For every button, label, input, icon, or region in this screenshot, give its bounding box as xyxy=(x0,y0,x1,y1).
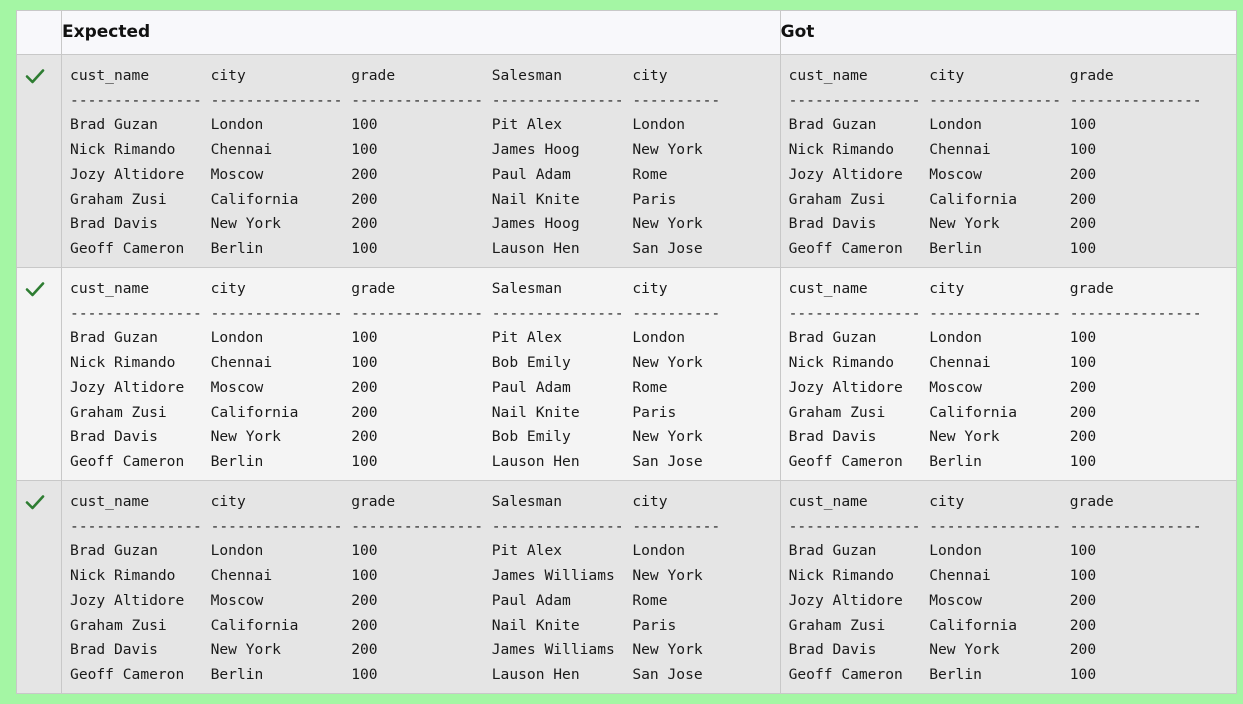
got-cell: cust_name city grade --------------- ---… xyxy=(779,480,1238,694)
check-icon xyxy=(25,279,45,299)
results-frame: Expected Got cust_name city grade Salesm… xyxy=(6,4,1238,700)
test-row: cust_name city grade Salesman city -----… xyxy=(15,267,1238,481)
got-header: Got xyxy=(779,10,1238,55)
got-output: cust_name city grade --------------- ---… xyxy=(788,67,1202,257)
check-icon xyxy=(25,66,45,86)
results-table: Expected Got cust_name city grade Salesm… xyxy=(15,10,1238,694)
test-row: cust_name city grade Salesman city -----… xyxy=(15,54,1238,268)
expected-output: cust_name city grade Salesman city -----… xyxy=(70,493,721,683)
expected-header: Expected xyxy=(61,10,781,55)
check-icon xyxy=(25,492,45,512)
got-output: cust_name city grade --------------- ---… xyxy=(788,493,1202,683)
expected-cell: cust_name city grade Salesman city -----… xyxy=(61,480,781,694)
test-row: cust_name city grade Salesman city -----… xyxy=(15,480,1238,694)
got-cell: cust_name city grade --------------- ---… xyxy=(779,54,1238,268)
got-output: cust_name city grade --------------- ---… xyxy=(788,280,1202,470)
got-cell: cust_name city grade --------------- ---… xyxy=(779,267,1238,481)
expected-cell: cust_name city grade Salesman city -----… xyxy=(61,54,781,268)
status-cell xyxy=(15,480,63,694)
status-header xyxy=(15,10,63,55)
status-cell xyxy=(15,267,63,481)
expected-output: cust_name city grade Salesman city -----… xyxy=(70,67,721,257)
expected-cell: cust_name city grade Salesman city -----… xyxy=(61,267,781,481)
status-cell xyxy=(15,54,63,268)
expected-output: cust_name city grade Salesman city -----… xyxy=(70,280,721,470)
header-row: Expected Got xyxy=(15,10,1238,55)
